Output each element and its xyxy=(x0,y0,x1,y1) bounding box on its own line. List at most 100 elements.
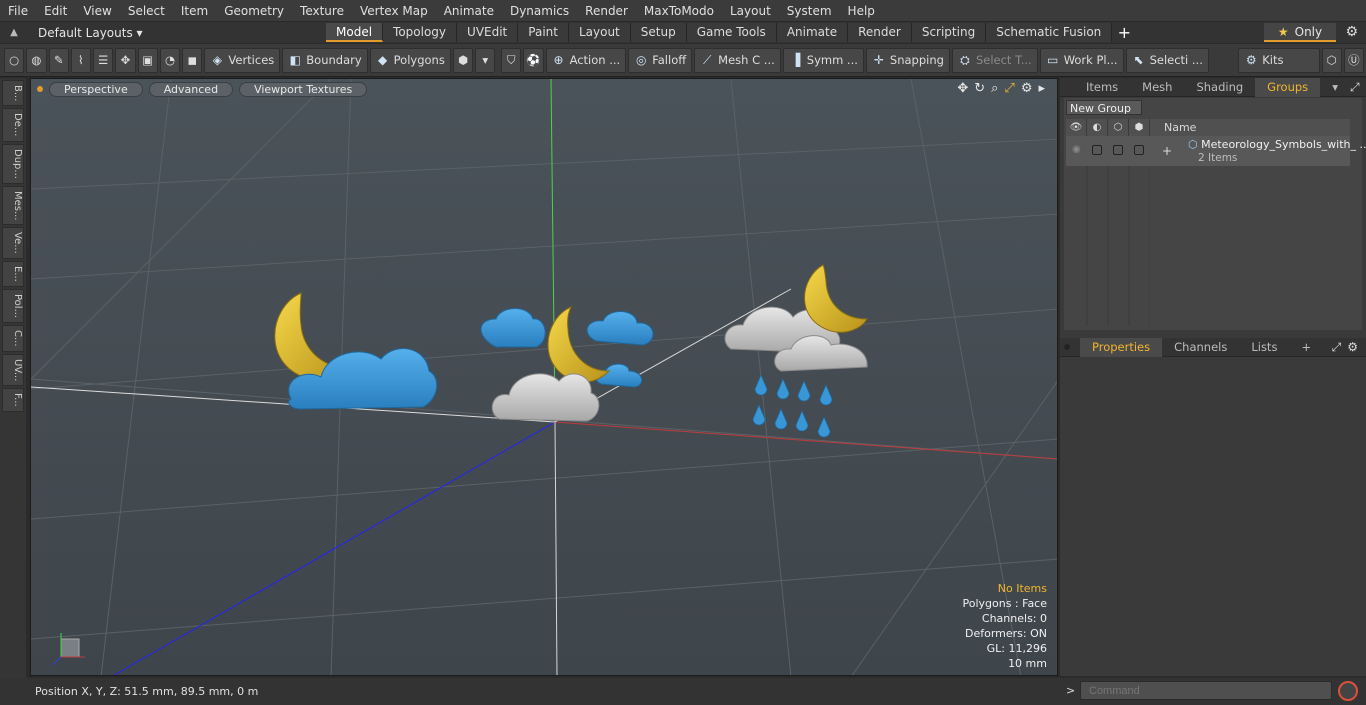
gear-icon[interactable]: ⚙ xyxy=(1345,24,1358,40)
polygons-mode-button[interactable]: ◆ Polygons xyxy=(369,47,451,73)
left-tab-fusion[interactable]: F... xyxy=(2,387,24,412)
symmetry-shield-button[interactable]: ⛉ xyxy=(501,47,522,73)
move-tool-button[interactable]: ✥ xyxy=(115,47,136,73)
menu-maxtomodo[interactable]: MaxToModo xyxy=(636,0,722,22)
tab-game-tools[interactable]: Game Tools xyxy=(686,23,777,42)
menu-item[interactable]: Item xyxy=(173,0,216,22)
mode-dropdown-button[interactable]: ▾ xyxy=(475,47,496,73)
scale-tool-button[interactable]: ▣ xyxy=(137,47,158,73)
tab-paint[interactable]: Paint xyxy=(518,23,569,42)
soccer-button[interactable]: ⚽ xyxy=(523,47,544,73)
maximize-icon[interactable]: ⤢ xyxy=(1004,81,1014,96)
align-tool-button[interactable]: ☰ xyxy=(93,47,114,73)
globe-button[interactable]: ◍ xyxy=(26,47,47,73)
tab-model[interactable]: Model xyxy=(326,23,384,42)
column-name-header[interactable]: Name xyxy=(1150,121,1196,134)
collapse-up-icon[interactable]: ▲ xyxy=(0,27,28,38)
menu-dynamics[interactable]: Dynamics xyxy=(502,0,577,22)
work-plane-button[interactable]: ▭ Work Pl... xyxy=(1039,47,1124,73)
left-tab-vertex[interactable]: Ve... xyxy=(2,227,24,260)
brush-tool-button[interactable]: ⌇ xyxy=(70,47,92,73)
tab-topology[interactable]: Topology xyxy=(383,23,458,42)
tab-mesh[interactable]: Mesh ... xyxy=(1130,78,1184,113)
select-through-button[interactable]: ⛭ Select T... xyxy=(951,47,1038,73)
tab-channels[interactable]: Channels xyxy=(1162,338,1239,357)
left-tab-uv[interactable]: UV... xyxy=(2,353,24,386)
tab-shading[interactable]: Shading xyxy=(1184,78,1255,97)
menu-edit[interactable]: Edit xyxy=(36,0,75,22)
tab-lists[interactable]: Lists xyxy=(1239,338,1289,357)
viewport-arrow-icon[interactable]: ▸ xyxy=(1038,81,1045,96)
orbit-icon[interactable]: ↻ xyxy=(974,81,985,96)
zoom-icon[interactable]: ⌕ xyxy=(991,81,998,96)
add-tab-plus-icon[interactable]: + xyxy=(1112,23,1136,42)
viewport-textures-button[interactable]: Viewport Textures xyxy=(239,81,368,97)
props-expand-icon[interactable]: ⤢ xyxy=(1332,340,1342,355)
tab-scripting[interactable]: Scripting xyxy=(911,23,987,42)
viewport-menu-dot[interactable] xyxy=(37,86,43,92)
record-macro-icon[interactable] xyxy=(1338,681,1358,701)
symmetry-button[interactable]: ▐ Symm ... xyxy=(782,47,864,73)
tab-items[interactable]: Items xyxy=(1074,78,1130,97)
snapping-button[interactable]: ✛ Snapping xyxy=(865,47,950,73)
add-props-tab-icon[interactable]: + xyxy=(1289,338,1323,357)
falloff-button[interactable]: ◎ Falloff xyxy=(628,47,693,73)
menu-system[interactable]: System xyxy=(779,0,840,22)
expand-plus-icon[interactable]: + xyxy=(1162,144,1172,158)
menu-select[interactable]: Select xyxy=(120,0,173,22)
select-circle-button[interactable]: ○ xyxy=(4,47,25,73)
perspective-button[interactable]: Perspective xyxy=(49,81,143,97)
default-layouts-dropdown[interactable]: Default Layouts ▾ xyxy=(28,26,326,40)
visibility-eye-icon[interactable]: 👁 xyxy=(1066,119,1087,136)
left-tab-duplicate[interactable]: Dup... xyxy=(2,143,24,184)
command-input[interactable] xyxy=(1080,681,1332,700)
left-tab-deform[interactable]: De... xyxy=(2,108,24,142)
menu-file[interactable]: File xyxy=(0,0,36,22)
menu-view[interactable]: View xyxy=(75,0,119,22)
viewport-gear-icon[interactable]: ⚙ xyxy=(1021,81,1033,96)
props-menu-dot[interactable] xyxy=(1064,344,1070,350)
tab-properties[interactable]: Properties xyxy=(1080,337,1163,357)
menu-help[interactable]: Help xyxy=(840,0,883,22)
left-tab-polygon[interactable]: Pol... xyxy=(2,288,24,323)
left-tab-mesh-edit[interactable]: Mes... xyxy=(2,185,24,226)
expand-icon[interactable]: ⤢ xyxy=(1350,80,1360,95)
left-tab-curve[interactable]: C... xyxy=(2,324,24,352)
menu-layout[interactable]: Layout xyxy=(722,0,779,22)
left-tab-basic[interactable]: B... xyxy=(2,80,24,107)
action-center-button[interactable]: ⊕ Action ... xyxy=(545,47,627,73)
vertices-mode-button[interactable]: ◈ Vertices xyxy=(204,47,281,73)
tabs-dropdown-icon[interactable]: ▾ xyxy=(1320,78,1350,97)
render-icon[interactable]: ◐ xyxy=(1087,119,1108,136)
tab-layout[interactable]: Layout xyxy=(568,23,631,42)
unity-button[interactable]: ⬡ xyxy=(1321,47,1342,73)
pan-icon[interactable]: ✥ xyxy=(957,81,968,96)
tab-groups[interactable]: Groups xyxy=(1255,77,1321,97)
lock-cube-icon[interactable]: ⬡ xyxy=(1108,119,1129,136)
rotate-tool-button[interactable]: ◔ xyxy=(159,47,181,73)
tab-schematic-fusion[interactable]: Schematic Fusion xyxy=(986,23,1113,42)
menu-vertex-map[interactable]: Vertex Map xyxy=(352,0,436,22)
selection-sets-button[interactable]: ⬉ Selecti ... xyxy=(1125,47,1209,73)
menu-animate[interactable]: Animate xyxy=(436,0,502,22)
menu-geometry[interactable]: Geometry xyxy=(216,0,292,22)
tab-animate[interactable]: Animate xyxy=(776,23,849,42)
left-tab-edge[interactable]: E... xyxy=(2,261,24,287)
props-gear-icon[interactable]: ⚙ xyxy=(1347,340,1358,355)
material-mode-button[interactable]: ⬢ xyxy=(452,47,474,73)
kits-button[interactable]: ⚙ Kits xyxy=(1238,47,1320,73)
advanced-button[interactable]: Advanced xyxy=(148,81,234,97)
mesh-constraint-button[interactable]: ⟋ Mesh C ... xyxy=(694,47,781,73)
tab-render[interactable]: Render xyxy=(848,23,912,42)
menu-render[interactable]: Render xyxy=(577,0,636,22)
select-cube-icon[interactable]: ⬢ xyxy=(1129,119,1150,136)
pen-tool-button[interactable]: ✎ xyxy=(48,47,69,73)
items-mode-button[interactable]: ◼ xyxy=(182,47,203,73)
new-group-button[interactable]: New Group xyxy=(1066,100,1142,115)
tab-uvedit[interactable]: UVEdit xyxy=(457,23,519,42)
tab-setup[interactable]: Setup xyxy=(630,23,687,42)
menu-texture[interactable]: Texture xyxy=(292,0,352,22)
only-toggle[interactable]: ★ Only xyxy=(1264,23,1336,42)
boundary-mode-button[interactable]: ◧ Boundary xyxy=(282,47,368,73)
unreal-button[interactable]: Ⓤ xyxy=(1343,47,1365,73)
